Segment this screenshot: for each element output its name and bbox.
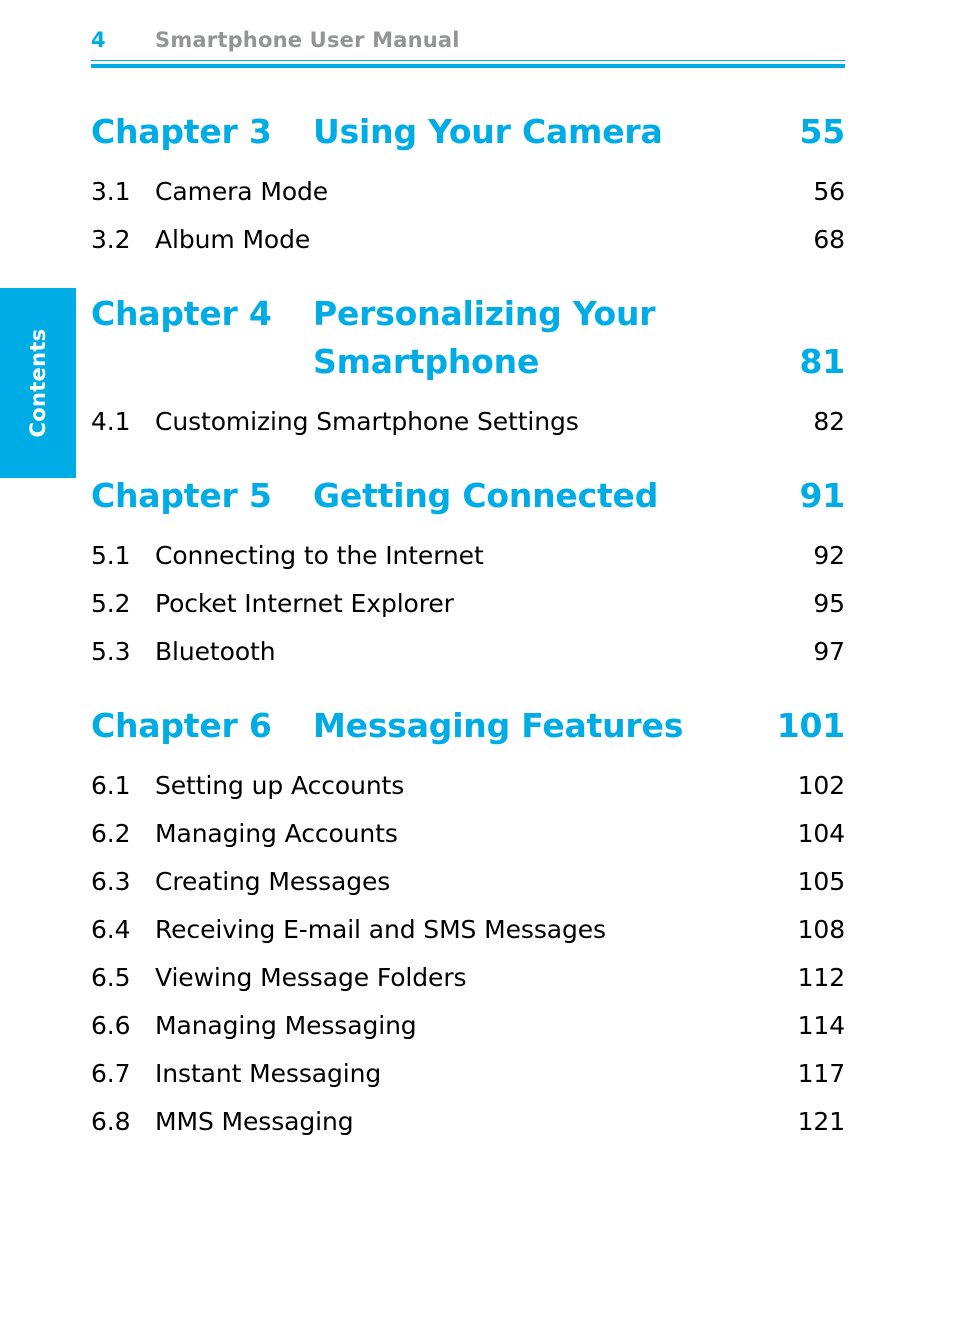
section-title: Managing Messaging — [155, 1011, 417, 1040]
toc-entry[interactable]: 6.3 Creating Messages 105 — [91, 858, 845, 906]
section-page-number: 104 — [797, 819, 846, 848]
section-number: 6.1 — [91, 771, 131, 800]
section-number: 6.6 — [91, 1011, 131, 1040]
section-number: 6.4 — [91, 915, 131, 944]
chapter-title: Messaging Features — [313, 706, 684, 745]
table-of-contents: Chapter 3 Using Your Camera 55 3.1 Camera Mo… — [91, 108, 845, 1146]
chapter-page-number: 91 — [799, 476, 845, 515]
section-page-number: 82 — [813, 407, 845, 436]
chapter-heading[interactable]: Chapter 5 Getting Connected 91 — [91, 472, 845, 520]
toc-entry[interactable]: 6.8 MMS Messaging 121 — [91, 1098, 845, 1146]
header-rule-thick — [91, 64, 845, 68]
section-page-number: 114 — [797, 1011, 846, 1040]
section-title: MMS Messaging — [155, 1107, 354, 1136]
section-title: Album Mode — [155, 225, 311, 254]
section-page-number: 112 — [797, 963, 846, 992]
section-number: 6.2 — [91, 819, 131, 848]
section-page-number: 102 — [797, 771, 846, 800]
section-title: Creating Messages — [155, 867, 391, 896]
document-title: Smartphone User Manual — [155, 28, 460, 52]
chapter-heading[interactable]: Chapter 3 Using Your Camera 55 — [91, 108, 845, 156]
toc-entry[interactable]: 6.7 Instant Messaging 117 — [91, 1050, 845, 1098]
chapter-title: Personalizing Your Smartphone — [313, 290, 703, 386]
section-title: Customizing Smartphone Settings — [155, 407, 579, 436]
toc-entry[interactable]: 3.1 Camera Mode 56 — [91, 168, 845, 216]
toc-entry[interactable]: 6.5 Viewing Message Folders 112 — [91, 954, 845, 1002]
chapter-label: Chapter 6 — [91, 706, 272, 745]
side-tab-label: Contents — [26, 328, 50, 438]
section-number: 5.3 — [91, 637, 131, 666]
toc-entry[interactable]: 5.1 Connecting to the Internet 92 — [91, 532, 845, 580]
section-page-number: 92 — [813, 541, 845, 570]
chapter-page-number: 55 — [799, 112, 845, 151]
section-number: 6.5 — [91, 963, 131, 992]
section-page-number: 105 — [797, 867, 846, 896]
section-title: Setting up Accounts — [155, 771, 405, 800]
chapter-title-line-1: Personalizing Your — [313, 294, 656, 333]
chapter-label: Chapter 3 — [91, 112, 272, 151]
section-page-number: 97 — [813, 637, 845, 666]
section-title: Instant Messaging — [155, 1059, 382, 1088]
section-page-number: 117 — [797, 1059, 846, 1088]
toc-entry[interactable]: 6.2 Managing Accounts 104 — [91, 810, 845, 858]
chapter-title: Getting Connected — [313, 476, 659, 515]
toc-entry[interactable]: 4.1 Customizing Smartphone Settings 82 — [91, 398, 845, 446]
section-page-number: 68 — [813, 225, 845, 254]
section-title: Viewing Message Folders — [155, 963, 467, 992]
section-number: 3.1 — [91, 177, 131, 206]
section-title: Receiving E-mail and SMS Messages — [155, 915, 606, 944]
toc-entry[interactable]: 3.2 Album Mode 68 — [91, 216, 845, 264]
section-title: Bluetooth — [155, 637, 276, 666]
chapter-page-number: 101 — [776, 706, 845, 745]
toc-entry[interactable]: 6.4 Receiving E-mail and SMS Messages 108 — [91, 906, 845, 954]
section-title: Pocket Internet Explorer — [155, 589, 454, 618]
chapter-block: Chapter 6 Messaging Features 101 6.1 Setting… — [91, 702, 845, 1146]
header-rule-thin — [91, 60, 845, 61]
chapter-label: Chapter 5 — [91, 476, 272, 515]
chapter-heading[interactable]: Chapter 4 Personalizing Your Smartphone 81 — [91, 290, 845, 386]
chapter-page-number: 81 — [799, 342, 845, 381]
chapter-block: Chapter 4 Personalizing Your Smartphone 81 4… — [91, 290, 845, 472]
toc-entry[interactable]: 6.6 Managing Messaging 114 — [91, 1002, 845, 1050]
section-number: 6.3 — [91, 867, 131, 896]
section-title: Camera Mode — [155, 177, 329, 206]
chapter-title-line-2: Smartphone — [313, 342, 540, 381]
section-number: 3.2 — [91, 225, 131, 254]
section-number: 6.8 — [91, 1107, 131, 1136]
chapter-block: Chapter 5 Getting Connected 91 5.1 Connectin… — [91, 472, 845, 702]
chapter-title: Using Your Camera — [313, 112, 663, 151]
section-page-number: 56 — [813, 177, 845, 206]
section-number: 5.2 — [91, 589, 131, 618]
section-title: Managing Accounts — [155, 819, 398, 848]
side-tab-contents: Contents — [0, 288, 76, 478]
section-number: 5.1 — [91, 541, 131, 570]
section-title: Connecting to the Internet — [155, 541, 484, 570]
toc-entry[interactable]: 5.3 Bluetooth 97 — [91, 628, 845, 676]
toc-entry[interactable]: 6.1 Setting up Accounts 102 — [91, 762, 845, 810]
section-page-number: 108 — [797, 915, 846, 944]
chapter-heading[interactable]: Chapter 6 Messaging Features 101 — [91, 702, 845, 750]
section-number: 6.7 — [91, 1059, 131, 1088]
section-page-number: 95 — [813, 589, 845, 618]
section-number: 4.1 — [91, 407, 131, 436]
toc-entry[interactable]: 5.2 Pocket Internet Explorer 95 — [91, 580, 845, 628]
section-page-number: 121 — [797, 1107, 846, 1136]
page-number: 4 — [91, 28, 106, 52]
chapter-label: Chapter 4 — [91, 294, 272, 333]
chapter-block: Chapter 3 Using Your Camera 55 3.1 Camera Mo… — [91, 108, 845, 290]
